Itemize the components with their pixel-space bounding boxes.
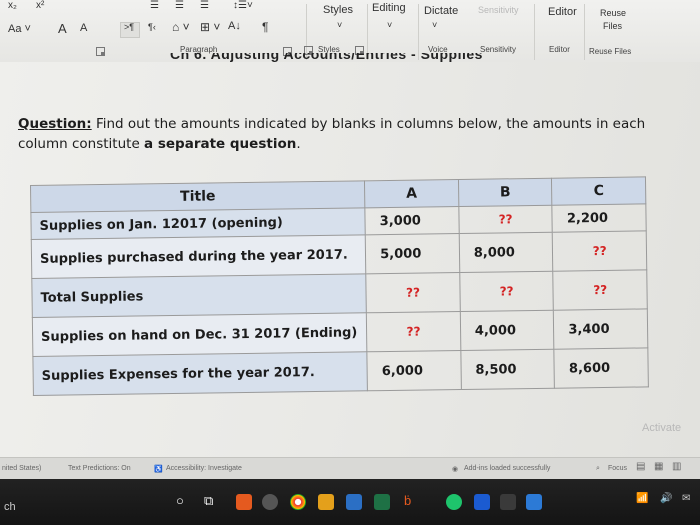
editor-group-label: Editor <box>549 45 570 54</box>
shading-icon[interactable]: ⌂ ˅ <box>172 20 190 34</box>
browser-icon[interactable] <box>290 494 306 510</box>
rtl-icon[interactable]: ¶‹ <box>148 22 156 32</box>
reuse-files-button-line2[interactable]: Files <box>603 21 622 31</box>
cell-c: 8,600 <box>554 347 649 389</box>
activate-windows-watermark: Activate <box>642 422 682 434</box>
ribbon-divider <box>367 4 368 60</box>
cell-a: 5,000 <box>365 233 460 274</box>
cell-a: ?? <box>366 311 461 352</box>
subscript-button[interactable]: x₂ <box>8 0 17 11</box>
supplies-table: Title A B C Supplies on Jan. 12017 (open… <box>30 176 649 396</box>
row-title: Total Supplies <box>31 273 367 318</box>
reuse-files-button-line1[interactable]: Reuse <box>600 8 626 18</box>
grow-font-button[interactable]: A <box>58 21 67 36</box>
cell-a: 3,000 <box>365 206 460 235</box>
cell-b: 4,000 <box>460 310 555 351</box>
line-spacing-icon[interactable]: ↕☰˅ <box>233 0 253 11</box>
cell-b: ?? <box>459 271 554 312</box>
print-layout-icon[interactable]: ▦ <box>654 461 663 472</box>
sensitivity-button[interactable]: Sensitivity <box>478 5 519 15</box>
shrink-font-button[interactable]: A <box>80 22 87 34</box>
file-explorer-icon[interactable] <box>318 494 334 510</box>
editor-button[interactable]: Editor <box>548 6 577 18</box>
cell-b: 8,500 <box>460 349 555 390</box>
styles-chevron-icon: ˅ <box>337 20 343 30</box>
outlook-icon[interactable] <box>346 494 362 510</box>
notification-icon[interactable]: ✉ <box>682 493 690 504</box>
ribbon-divider <box>418 4 419 60</box>
read-mode-icon[interactable]: ▤ <box>636 461 645 472</box>
align-left-icon[interactable]: ☰ <box>150 0 159 11</box>
volume-icon[interactable]: 🔊 <box>660 493 672 504</box>
web-layout-icon[interactable]: ▥ <box>672 461 681 472</box>
dictate-button[interactable]: Dictate <box>424 5 458 17</box>
header-b: B <box>458 178 553 207</box>
question-end: . <box>296 136 301 152</box>
cell-c: ?? <box>552 230 647 272</box>
font-dialog-launcher-icon[interactable] <box>96 47 105 56</box>
cell-c: 2,200 <box>552 203 647 233</box>
sensitivity-group-label: Sensitivity <box>480 45 517 54</box>
align-center-icon[interactable]: ☰ <box>175 0 184 11</box>
question-paragraph: Question: Find out the amounts indicated… <box>18 114 658 154</box>
spotify-icon[interactable] <box>446 494 462 510</box>
search-box[interactable]: ch <box>4 501 16 513</box>
document-page[interactable]: Question: Find out the amounts indicated… <box>0 62 700 457</box>
language-status[interactable]: nited States) <box>2 465 41 472</box>
question-label: Question: <box>18 116 92 132</box>
align-right-icon[interactable]: ☰ <box>200 0 209 11</box>
text-predictions-status[interactable]: Text Predictions: On <box>68 465 131 472</box>
question-text: Find out the amounts indicated by blanks… <box>18 116 646 152</box>
styles-button[interactable]: Styles <box>323 4 353 16</box>
cell-b: ?? <box>458 205 553 234</box>
accessibility-status[interactable]: Accessibility: Investigate <box>166 465 242 472</box>
accessibility-icon: ♿ <box>154 466 163 473</box>
cell-c: 3,400 <box>553 308 648 350</box>
status-bar: nited States) Text Predictions: On ♿ Acc… <box>0 457 700 480</box>
mail-icon[interactable] <box>526 494 542 510</box>
editing-button[interactable]: Editing <box>372 2 406 14</box>
cell-c: ?? <box>553 269 648 311</box>
addins-icon: ◉ <box>452 466 459 473</box>
document-heading-cut-off: Ch 6. Adjusting Accounts/Entries - Suppl… <box>170 53 483 62</box>
network-icon[interactable]: 📶 <box>636 493 648 504</box>
superscript-button[interactable]: x² <box>36 0 44 11</box>
taskbar: ch ○ ⧉ ḃ 📶 🔊 ✉ <box>0 479 700 525</box>
ribbon-divider <box>584 4 585 60</box>
header-a: A <box>364 179 459 208</box>
indent-icon: >¶ <box>124 22 135 32</box>
row-title: Supplies on hand on Dec. 31 2017 (Ending… <box>32 312 368 357</box>
table-row: Supplies Expenses for the year 2017. 6,0… <box>32 347 649 396</box>
addins-status[interactable]: Add-ins loaded successfully <box>464 465 550 472</box>
ribbon: x₂ x² Aa ˅ A A >¶ ¶‹ ⌂ ˅ ⊞ ˅ A↓ ¶ ☰ ☰ ☰ … <box>0 0 700 63</box>
show-marks-button[interactable]: ¶ <box>262 20 268 34</box>
focus-icon: ⌕ <box>596 465 600 472</box>
cell-b: 8,000 <box>459 232 554 273</box>
excel-icon[interactable] <box>374 494 390 510</box>
chrome-icon[interactable] <box>262 494 278 510</box>
row-title: Supplies purchased during the year 2017. <box>31 234 366 279</box>
word-icon[interactable] <box>474 494 490 510</box>
dictate-chevron-icon: ˅ <box>432 20 438 30</box>
office-icon[interactable] <box>236 494 252 510</box>
change-case-button[interactable]: Aa ˅ <box>8 23 31 35</box>
question-bold-text: a separate question <box>144 136 297 152</box>
row-title: Supplies Expenses for the year 2017. <box>32 351 368 396</box>
header-c: C <box>551 176 646 206</box>
brave-icon[interactable]: ḃ <box>404 493 411 508</box>
cortana-icon[interactable]: ○ <box>176 493 184 508</box>
ribbon-divider <box>534 4 535 60</box>
app-icon[interactable] <box>500 494 516 510</box>
sort-icon[interactable]: A↓ <box>228 20 241 32</box>
focus-button[interactable]: Focus <box>608 465 627 472</box>
task-view-icon[interactable]: ⧉ <box>204 493 213 509</box>
cell-a: ?? <box>365 272 461 313</box>
cell-a: 6,000 <box>367 350 462 391</box>
editing-chevron-icon: ˅ <box>387 20 393 30</box>
reuse-files-group-label: Reuse Files <box>589 47 632 56</box>
borders-icon[interactable]: ⊞ ˅ <box>200 20 220 34</box>
